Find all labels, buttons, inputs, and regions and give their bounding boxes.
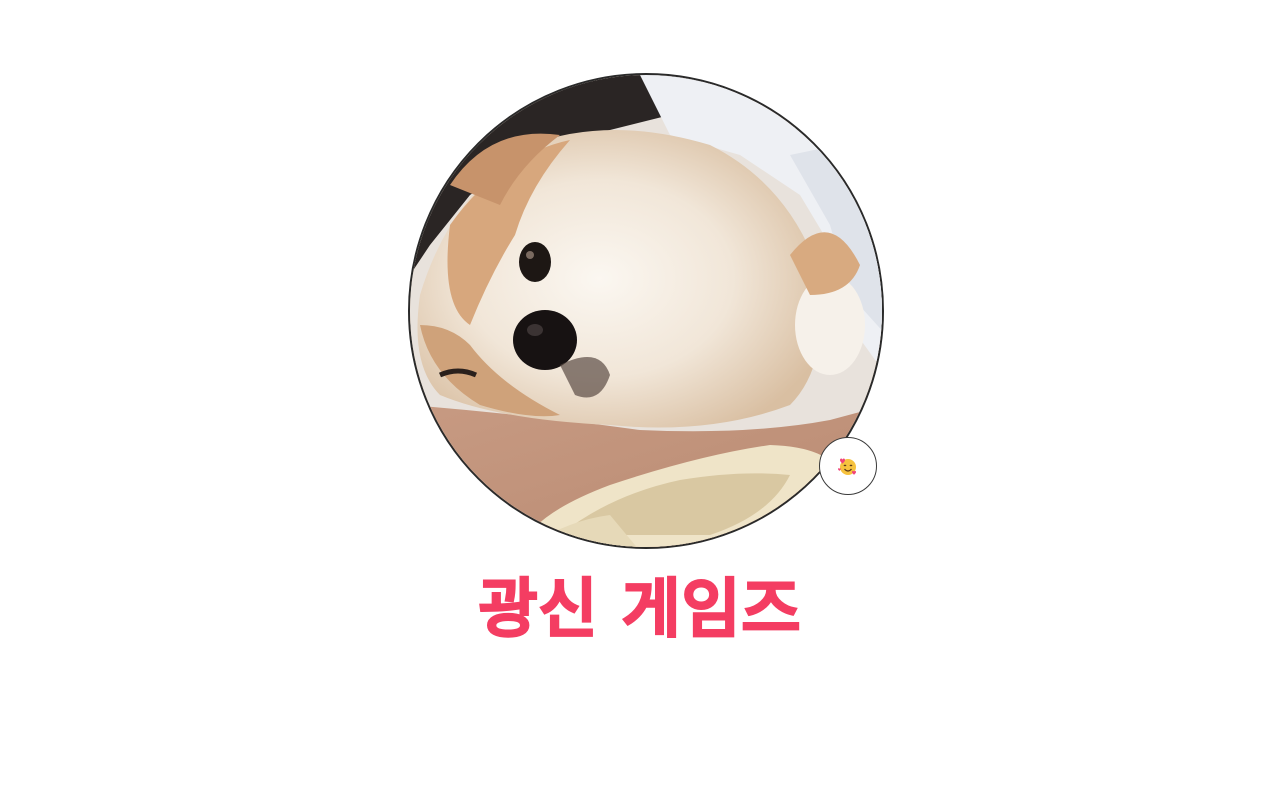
avatar[interactable]: [408, 73, 884, 549]
status-emoji-button[interactable]: [819, 437, 877, 495]
avatar-dog-photo: [410, 75, 882, 547]
profile-display-name: 광신 게임즈: [478, 572, 802, 648]
smiling-face-with-hearts-icon: [838, 458, 856, 475]
avatar-container: [408, 73, 884, 549]
profile-page: 광신 게임즈: [0, 0, 1280, 800]
